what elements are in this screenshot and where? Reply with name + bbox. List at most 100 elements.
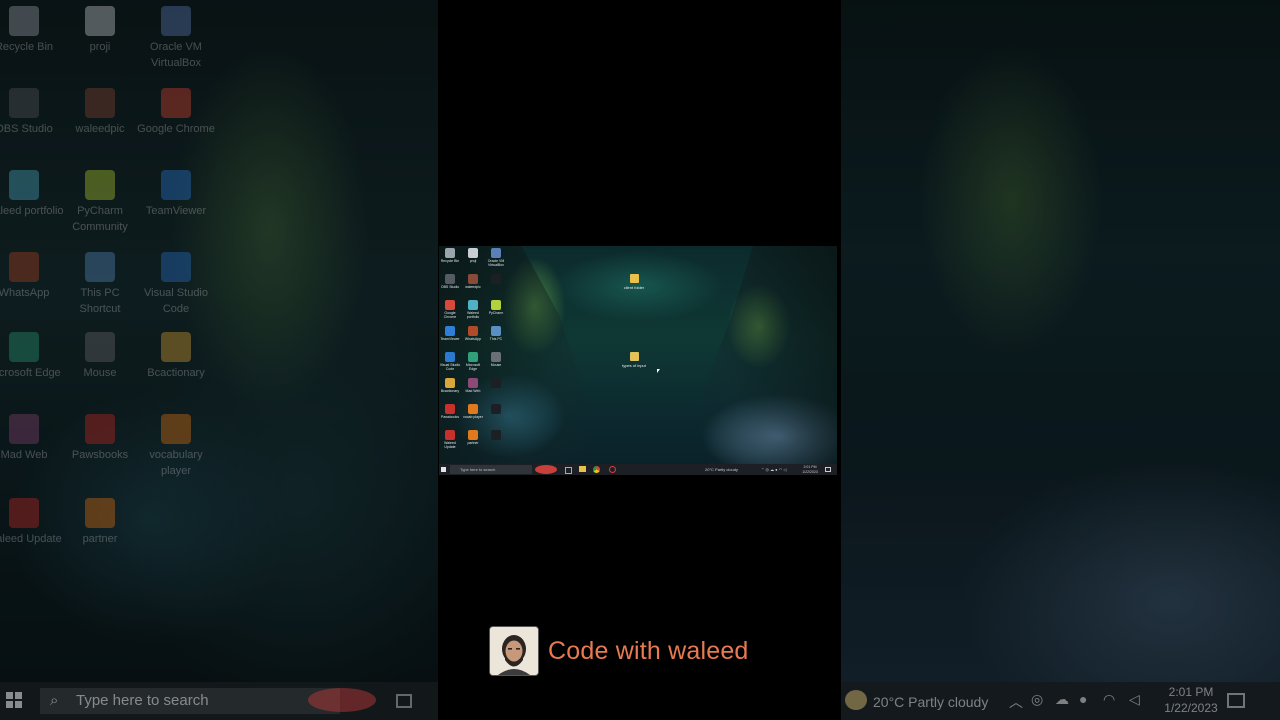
- tray-chevron-icon[interactable]: ︿: [1009, 692, 1023, 712]
- mini-shortcut-label: WhatsApp: [464, 337, 482, 341]
- client-folder[interactable]: client folder: [619, 274, 649, 290]
- mini-desktop-shortcut[interactable]: TeamViewer: [439, 326, 461, 341]
- mini-shortcut-label: Google Chrome: [443, 311, 457, 319]
- mini-app-icon: [468, 326, 478, 336]
- file-icon: [629, 352, 639, 361]
- mini-desktop-shortcut[interactable]: [485, 404, 507, 415]
- mini-desktop-shortcut[interactable]: proji: [462, 248, 484, 263]
- mini-desktop-shortcut[interactable]: Recycle Bin: [439, 248, 461, 263]
- mini-desktop-shortcut[interactable]: Google Chrome: [439, 300, 461, 319]
- mini-app-icon: [491, 274, 501, 284]
- mini-desktop-shortcut[interactable]: Visual Studio Code: [439, 352, 461, 371]
- volume-icon[interactable]: ◁: [1129, 691, 1140, 708]
- mini-shortcut-label: Waleed Update: [444, 441, 456, 449]
- mini-weather[interactable]: 20°C Partly cloudy: [705, 464, 738, 475]
- types-of-input-file[interactable]: types of input: [619, 352, 649, 368]
- notification-icon[interactable]: [1227, 693, 1245, 708]
- left-dim-overlay: [0, 0, 438, 720]
- mini-shortcut-label: Mad Web: [465, 389, 481, 393]
- windows-start-icon[interactable]: [6, 692, 22, 708]
- mini-desktop-shortcut[interactable]: waleedpic: [462, 274, 484, 289]
- mini-desktop-shortcut[interactable]: PyCharm: [485, 300, 507, 315]
- mini-desktop-shortcut[interactable]: Waleed Update: [439, 430, 461, 449]
- mini-desktop-shortcut[interactable]: This PC: [485, 326, 507, 341]
- task-view-icon[interactable]: [396, 694, 412, 708]
- clock-time: 2:01 PM: [1168, 685, 1214, 699]
- mini-start-icon[interactable]: [441, 467, 446, 472]
- center-taskbar-search[interactable]: Type here to search: [450, 465, 532, 474]
- right-blurred-desktop: 20°C Partly cloudy ︿ ◎ ☁ ● ◠ ◁ 2:01 PM 1…: [841, 0, 1280, 720]
- mini-explorer-icon[interactable]: [579, 466, 586, 472]
- mini-desktop-shortcut[interactable]: Oracle VM VirtualBox: [485, 248, 507, 267]
- mini-recording-icon[interactable]: [609, 466, 616, 473]
- channel-name: Code with waleed: [548, 636, 749, 665]
- mini-desktop-shortcut[interactable]: Microsoft Edge: [462, 352, 484, 371]
- mini-task-view-icon[interactable]: [565, 467, 572, 474]
- network-icon[interactable]: ◎: [1031, 691, 1043, 708]
- mini-shortcut-label: partner: [467, 441, 479, 445]
- weather-icon: [845, 690, 867, 710]
- mini-shortcut-label: Visual Studio Code: [439, 363, 461, 371]
- mini-shortcut-label: vocab player: [463, 415, 483, 419]
- client-folder-label: client folder: [623, 285, 645, 290]
- mini-app-icon: [491, 378, 501, 388]
- mini-desktop-shortcut[interactable]: Bcactionary: [439, 378, 461, 393]
- mini-app-icon: [491, 248, 501, 258]
- right-rock-wallpaper: [697, 246, 837, 475]
- mini-app-icon: [445, 404, 455, 414]
- mini-app-icon: [468, 430, 478, 440]
- right-taskbar: 20°C Partly cloudy ︿ ◎ ☁ ● ◠ ◁ 2:01 PM 1…: [841, 682, 1280, 720]
- mini-app-icon: [468, 248, 478, 258]
- microphone-icon[interactable]: ●: [1079, 691, 1087, 707]
- cake-widget-icon[interactable]: [308, 688, 376, 712]
- mini-app-icon: [468, 300, 478, 310]
- types-of-input-label: types of input: [622, 363, 646, 368]
- mini-desktop-shortcut[interactable]: OBS Studio: [439, 274, 461, 289]
- mini-app-icon: [445, 248, 455, 258]
- mini-shortcut-label: OBS Studio: [440, 285, 460, 289]
- mini-app-icon: [468, 352, 478, 362]
- clock[interactable]: 2:01 PM 1/22/2023: [1163, 684, 1219, 716]
- mini-app-icon: [445, 430, 455, 440]
- mini-app-icon: [468, 378, 478, 388]
- mini-app-icon: [491, 430, 501, 440]
- weather-text[interactable]: 20°C Partly cloudy: [873, 694, 988, 710]
- mini-desktop-shortcut[interactable]: Mad Web: [462, 378, 484, 393]
- left-taskbar-search[interactable]: ⌕ Type here to search: [40, 688, 340, 714]
- mini-desktop-shortcut[interactable]: Waleed portfolio: [462, 300, 484, 319]
- mini-app-icon: [491, 404, 501, 414]
- mini-shortcut-label: Bcactionary: [440, 389, 460, 393]
- mini-desktop-shortcut[interactable]: Pawsbooks: [439, 404, 461, 419]
- mini-desktop-shortcut[interactable]: WhatsApp: [462, 326, 484, 341]
- mini-shortcut-label: This PC: [489, 337, 503, 341]
- search-icon: ⌕: [50, 692, 59, 709]
- mini-app-icon: [468, 274, 478, 284]
- mini-notification-icon[interactable]: [825, 467, 831, 472]
- mini-app-icon: [445, 378, 455, 388]
- mini-chrome-icon[interactable]: [593, 466, 600, 473]
- clock-date: 1/22/2023: [1164, 701, 1218, 715]
- mini-app-icon: [491, 352, 501, 362]
- cloud-icon[interactable]: ☁: [1055, 691, 1069, 708]
- mini-shortcut-label: Pawsbooks: [441, 415, 459, 419]
- mini-app-icon: [468, 404, 478, 414]
- mini-desktop-shortcut[interactable]: vocab player: [462, 404, 484, 419]
- mini-cake-widget-icon[interactable]: [535, 465, 557, 474]
- mini-shortcut-label: Recycle Bin: [440, 259, 460, 263]
- mini-desktop-shortcut[interactable]: [485, 378, 507, 389]
- mini-desktop-shortcut[interactable]: partner: [462, 430, 484, 445]
- mini-desktop-shortcut[interactable]: [485, 274, 507, 285]
- mini-desktop-shortcut[interactable]: Mouse: [485, 352, 507, 367]
- mini-desktop-shortcut[interactable]: [485, 430, 507, 441]
- mini-app-icon: [445, 352, 455, 362]
- mini-app-icon: [491, 300, 501, 310]
- mini-clock[interactable]: 2:01 PM 1/22/2023: [799, 465, 821, 474]
- channel-watermark: Code with waleed: [489, 625, 749, 677]
- mini-tray-icons[interactable]: ⌃ ◎ ☁ ● ◠ ◁: [761, 464, 786, 475]
- mini-shortcut-label: proji: [469, 259, 477, 263]
- mini-shortcut-label: Microsoft Edge: [465, 363, 481, 371]
- center-taskbar-search-text: Type here to search: [460, 467, 496, 472]
- wifi-icon[interactable]: ◠: [1103, 691, 1115, 708]
- mouse-cursor-icon: [657, 369, 660, 373]
- mini-app-icon: [491, 326, 501, 336]
